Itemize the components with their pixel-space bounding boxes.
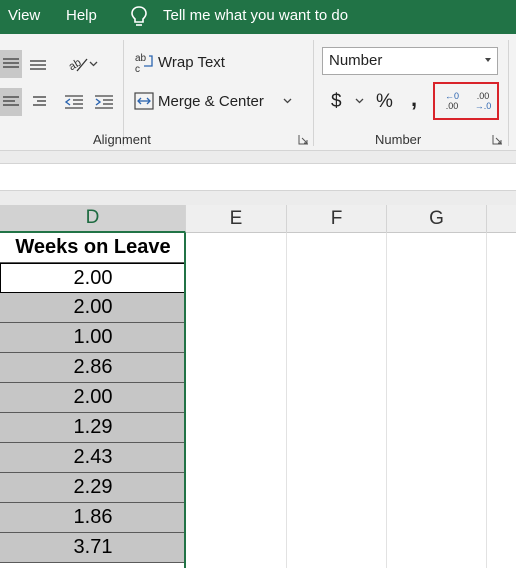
gridline (486, 233, 487, 568)
number-dialog-launcher-icon[interactable] (492, 134, 503, 145)
separator (313, 40, 314, 146)
comma-style-button[interactable]: , (411, 86, 417, 112)
merge-center-icon-box[interactable] (133, 90, 155, 112)
table-row[interactable]: 2.29 (0, 473, 186, 503)
tell-me-search[interactable]: Tell me what you want to do (163, 7, 348, 24)
table-row[interactable]: 1.00 (0, 323, 186, 353)
gridline (286, 233, 287, 568)
currency-button[interactable]: $ (331, 91, 342, 113)
lightbulb-icon (131, 6, 147, 26)
ribbon: ab ab c Wrap Text Merge & Center Alignme… (0, 34, 516, 151)
orientation-icon: ab (67, 57, 87, 73)
cell-header[interactable]: Weeks on Leave (0, 233, 186, 263)
table-row[interactable]: 3.71 (0, 533, 186, 563)
table-row[interactable]: 2.00 (0, 383, 186, 413)
dropdown-arrow-icon (485, 58, 491, 62)
wrap-text-icon: ab c (135, 53, 153, 74)
wrap-text-button[interactable]: Wrap Text (158, 54, 225, 71)
increase-indent-icon (95, 95, 113, 109)
table-row[interactable]: 1.86 (0, 503, 186, 533)
align-top-button[interactable] (0, 50, 22, 78)
alignment-group-label: Alignment (93, 132, 151, 147)
merge-dropdown-chevron-icon[interactable] (283, 98, 292, 104)
column-headers: D E F G (0, 205, 516, 233)
worksheet-grid: Weeks on Leave 2.00 2.00 1.00 2.86 2.00 … (0, 233, 516, 568)
svg-text:c: c (135, 64, 140, 74)
align-right-icon (33, 96, 46, 106)
number-group-label: Number (375, 132, 422, 147)
selection-border (184, 233, 186, 568)
menu-view[interactable]: View (8, 7, 40, 24)
align-left-button[interactable] (0, 88, 22, 116)
column-header-e[interactable]: E (186, 205, 287, 233)
formula-gap (0, 191, 516, 205)
decrease-indent-icon (64, 95, 83, 109)
table-row[interactable]: 1.29 (0, 413, 186, 443)
separator (123, 40, 124, 146)
svg-text:ab: ab (135, 53, 147, 64)
svg-text:ab: ab (67, 57, 83, 73)
align-lines-icon (3, 58, 19, 68)
chevron-down-icon (89, 61, 97, 67)
align-middle-icon (30, 60, 46, 70)
merge-center-button[interactable]: Merge & Center (158, 93, 264, 110)
decrease-indent-button[interactable] (62, 88, 86, 116)
number-format-value: Number (329, 52, 383, 69)
menu-bar: View Help Tell me what you want to do (0, 0, 516, 34)
align-middle-button[interactable] (26, 50, 50, 78)
number-format-dropdown[interactable]: Number (322, 47, 498, 75)
wrap-text-icon-box[interactable]: ab c (134, 50, 154, 76)
highlight-annotation-box (433, 82, 499, 120)
table-row[interactable]: 2.00 (0, 293, 186, 323)
column-header-d[interactable]: D (0, 205, 186, 233)
ribbon-gap (0, 151, 516, 163)
formula-bar[interactable] (0, 163, 516, 191)
percent-button[interactable]: % (376, 91, 393, 113)
separator (508, 40, 509, 146)
orientation-button[interactable]: ab (62, 50, 102, 78)
align-right-button[interactable] (26, 88, 50, 116)
column-header-g[interactable]: G (387, 205, 487, 233)
table-row[interactable]: 2.43 (0, 443, 186, 473)
currency-chevron-icon[interactable] (355, 98, 364, 104)
table-row[interactable]: 2.00 (0, 263, 186, 293)
gridline (386, 233, 387, 568)
increase-indent-button[interactable] (92, 88, 116, 116)
menu-help[interactable]: Help (66, 7, 97, 24)
column-header-f[interactable]: F (287, 205, 387, 233)
align-left-icon (3, 96, 19, 106)
table-row[interactable]: 2.86 (0, 353, 186, 383)
merge-center-icon (134, 92, 154, 110)
alignment-dialog-launcher-icon[interactable] (298, 134, 309, 145)
